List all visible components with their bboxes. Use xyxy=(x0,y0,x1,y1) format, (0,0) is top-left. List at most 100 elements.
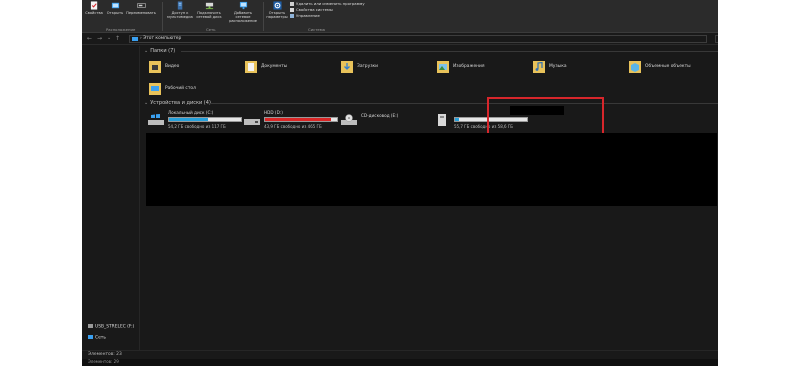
nav-item-network[interactable]: Сеть xyxy=(88,335,106,341)
media-access-label: Доступ к мультимедиа xyxy=(167,11,193,19)
back-arrow-icon[interactable]: ← xyxy=(87,35,92,42)
open-settings-button[interactable]: Открыть параметры xyxy=(266,1,288,19)
ribbon-group-location: Свойства Открыть Переименовать Расположе… xyxy=(82,0,160,33)
ribbon-group-network: Доступ к мультимедиа Подключить сетевой … xyxy=(166,0,266,33)
system-properties-label: Свойства системы xyxy=(296,7,333,12)
forward-arrow-icon[interactable]: → xyxy=(97,35,102,42)
folder-label: Рабочий стол xyxy=(165,86,196,91)
open-button[interactable]: Открыть xyxy=(104,1,126,15)
folder-item[interactable]: Загрузки xyxy=(341,58,421,78)
network-location-icon xyxy=(239,1,247,10)
usage-bar xyxy=(264,117,338,122)
item-count: Элементов: 23 xyxy=(88,352,122,357)
video-folder-icon xyxy=(149,61,161,73)
media-server-icon xyxy=(177,1,182,10)
drives-section-header[interactable]: ⌄ Устройства и диски (4) xyxy=(144,100,211,106)
network-icon xyxy=(88,335,93,339)
up-arrow-icon[interactable]: ↑ xyxy=(115,35,120,42)
navigation-bar: ← → ⌄ ↑ › Этот компьютер Поиск: Этот ком… xyxy=(82,33,800,45)
folder-label: Документы xyxy=(261,64,288,69)
folder-item[interactable]: Документы xyxy=(245,58,325,78)
pictures-folder-icon xyxy=(437,61,449,73)
drive-free-space: 54,2 ГБ свободно из 117 ГБ xyxy=(168,124,226,129)
breadcrumb: › Этот компьютер xyxy=(140,36,182,41)
folder-item[interactable]: Музыка xyxy=(533,58,613,78)
folders-section-header[interactable]: ⌄ Папки (7) xyxy=(144,48,175,54)
left-margin xyxy=(0,0,82,366)
folder-item[interactable]: Объемные объекты xyxy=(629,58,709,78)
rename-icon xyxy=(136,3,146,8)
cd-drive-icon xyxy=(341,114,357,125)
ribbon-group-system: Открыть параметры Удалить или изменить п… xyxy=(266,0,376,33)
documents-folder-icon xyxy=(245,61,257,73)
status-bar: Элементов: 23 xyxy=(82,350,800,359)
map-network-drive-button[interactable]: Подключить сетевой диск xyxy=(194,1,224,19)
properties-icon xyxy=(90,1,97,10)
removable-drive-icon xyxy=(438,114,446,126)
map-network-drive-label: Подключить сетевой диск xyxy=(196,11,222,19)
file-explorer-window: Свойства Открыть Переименовать Расположе… xyxy=(82,0,800,366)
navigation-pane: USB_STRELEC (F:) Сеть xyxy=(82,46,140,350)
folder-label: Загрузки xyxy=(357,64,379,69)
manage-label: Управление xyxy=(296,13,320,18)
bottom-strip: Элементов: 29 Выделено xyxy=(82,359,800,366)
drive-free-space: 43,9 ГБ свободно из 465 ГБ xyxy=(264,124,322,129)
computer-icon xyxy=(132,37,138,41)
3d-objects-folder-icon xyxy=(629,61,641,73)
network-group-label: Сеть xyxy=(206,27,216,32)
folder-label: Музыка xyxy=(549,64,567,69)
music-folder-icon xyxy=(533,61,545,73)
folder-label: Видео xyxy=(165,64,180,69)
section-divider xyxy=(181,51,796,52)
downloads-folder-icon xyxy=(341,61,353,73)
bottom-item-count: Элементов: 29 xyxy=(88,359,119,364)
ribbon-separator xyxy=(263,2,264,31)
usage-bar-fill xyxy=(455,118,459,121)
folder-label: Объемные объекты xyxy=(645,64,691,69)
add-network-location-label: Добавить сетевое расположение xyxy=(229,11,257,23)
rename-button[interactable]: Переименовать xyxy=(126,1,156,15)
history-chevron-icon[interactable]: ⌄ xyxy=(107,35,111,41)
redacted-area xyxy=(146,133,717,206)
add-network-location-button[interactable]: Добавить сетевое расположение xyxy=(226,1,260,23)
drive-name: HDD (D:) xyxy=(264,110,283,115)
folder-item[interactable]: Изображения xyxy=(437,58,517,78)
manage-link[interactable]: Управление xyxy=(290,13,320,18)
ribbon-separator xyxy=(162,2,163,31)
properties-button[interactable]: Свойства xyxy=(83,1,105,15)
nav-item-usb-label: USB_STRELEC (F:) xyxy=(95,324,135,330)
usage-bar xyxy=(168,117,242,122)
media-access-button[interactable]: Доступ к мультимедиа xyxy=(166,1,194,19)
hard-drive-icon xyxy=(244,119,260,125)
address-bar[interactable]: › Этот компьютер xyxy=(129,35,707,43)
usage-bar-fill xyxy=(169,118,208,121)
collapse-chevron-icon: ⌄ xyxy=(144,48,149,54)
right-margin xyxy=(718,0,800,366)
network-drive-icon xyxy=(205,2,213,10)
system-properties-link[interactable]: Свойства системы xyxy=(290,7,333,12)
check-icon xyxy=(290,8,294,12)
windows-drive-icon xyxy=(148,114,164,125)
open-icon xyxy=(111,2,119,9)
folders-section-title: Папки (7) xyxy=(150,48,176,54)
desktop-folder-icon xyxy=(149,83,161,95)
rename-label: Переименовать xyxy=(126,11,156,15)
gear-icon xyxy=(272,1,282,10)
folder-item[interactable]: Видео xyxy=(149,58,229,78)
nav-item-usb[interactable]: USB_STRELEC (F:) xyxy=(88,324,134,330)
manage-icon xyxy=(290,14,294,18)
breadcrumb-this-pc[interactable]: Этот компьютер xyxy=(143,36,181,41)
folder-item[interactable]: Рабочий стол xyxy=(149,80,229,100)
properties-label: Свойства xyxy=(85,11,103,15)
usage-bar-fill xyxy=(265,118,331,121)
drive-name: Локальный диск (C:) xyxy=(168,110,214,115)
content-area: ⌄ Папки (7) Видео Документы Загрузки Изоб… xyxy=(141,46,800,350)
folder-label: Изображения xyxy=(453,64,485,69)
uninstall-icon xyxy=(290,2,294,6)
open-label: Открыть xyxy=(106,11,124,15)
uninstall-program-link[interactable]: Удалить или изменить программу xyxy=(290,1,365,6)
uninstall-label: Удалить или изменить программу xyxy=(296,1,365,6)
open-settings-label: Открыть параметры xyxy=(266,11,288,19)
system-group-label: Система xyxy=(308,27,325,32)
usb-drive-icon xyxy=(88,324,93,328)
